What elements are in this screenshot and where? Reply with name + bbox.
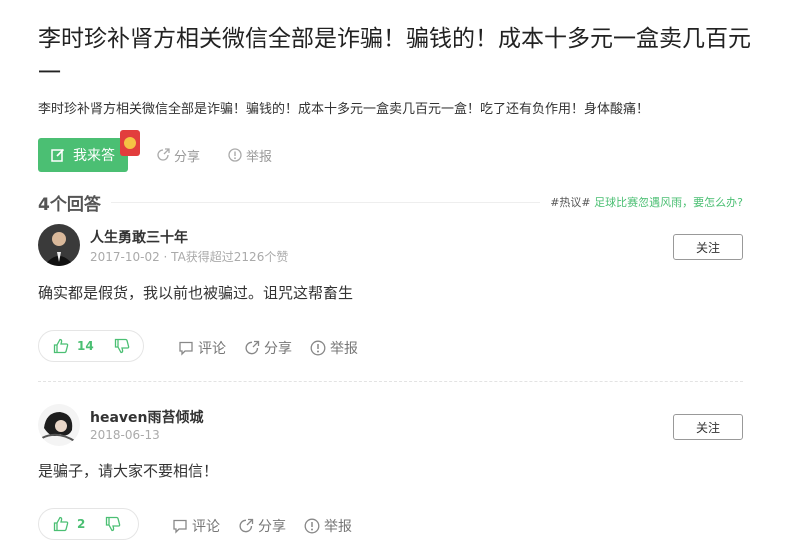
- upvote-button[interactable]: 2: [53, 516, 85, 532]
- vote-group: 14: [38, 330, 144, 362]
- upvote-count: 14: [77, 339, 94, 353]
- report-icon: [228, 148, 242, 162]
- answer-content: 是骗子，请大家不要相信！: [38, 462, 219, 480]
- upvote-count: 2: [77, 517, 86, 531]
- comment-button[interactable]: 评论: [178, 338, 226, 358]
- edit-icon: [51, 148, 65, 162]
- answer-content: 确实都是假货，我以前也被骗过。诅咒这帮畜生: [38, 284, 354, 302]
- question-title: 李时珍补肾方相关微信全部是诈骗！骗钱的！成本十多元一盒卖几百元一: [38, 26, 751, 86]
- share-icon: [239, 518, 254, 533]
- downvote-button[interactable]: [114, 338, 130, 354]
- username[interactable]: 人生勇敢三十年: [90, 227, 188, 247]
- upvote-button[interactable]: 14: [53, 338, 94, 354]
- report-label: 举报: [330, 341, 358, 357]
- follow-button[interactable]: 关注: [673, 234, 743, 260]
- answers-header: 4个回答 #热议# 足球比赛忽遇风雨，要怎么办?: [38, 190, 743, 215]
- report-button[interactable]: 举报: [304, 516, 352, 536]
- report-icon: [310, 340, 326, 356]
- share-icon: [157, 148, 170, 161]
- question-description: 李时珍补肾方相关微信全部是诈骗！骗钱的！成本十多元一盒卖几百元一盒！吃了还有负作…: [38, 102, 650, 117]
- answer-meta: 2018-06-13: [90, 428, 160, 442]
- hot-topic[interactable]: #热议# 足球比赛忽遇风雨，要怎么办?: [550, 194, 743, 210]
- thumbs-up-icon: [53, 338, 69, 354]
- follow-button[interactable]: 关注: [673, 414, 743, 440]
- answer-divider: [38, 381, 743, 382]
- question-report-link[interactable]: 举报: [228, 146, 272, 165]
- avatar[interactable]: [38, 404, 80, 446]
- share-button[interactable]: 分享: [238, 516, 286, 536]
- answer-action-bar: 评论 分享 举报: [172, 516, 370, 536]
- hot-topic-link[interactable]: 足球比赛忽遇风雨，要怎么办?: [594, 196, 743, 209]
- share-label: 分享: [264, 341, 292, 357]
- comment-label: 评论: [198, 341, 226, 357]
- avatar[interactable]: [38, 224, 80, 266]
- question-share-label: 分享: [174, 149, 201, 165]
- vote-group: 2: [38, 508, 139, 540]
- answer-button[interactable]: 我来答: [38, 130, 140, 172]
- comment-label: 评论: [192, 519, 220, 535]
- thumbs-down-icon: [106, 516, 121, 532]
- red-packet-icon: [120, 130, 140, 156]
- comment-icon: [173, 519, 187, 534]
- question-report-label: 举报: [246, 149, 273, 165]
- question-share-link[interactable]: 分享: [156, 146, 200, 165]
- answer-meta: 2017-10-02 · TA获得超过2126个赞: [90, 250, 289, 264]
- comment-button[interactable]: 评论: [172, 516, 220, 536]
- avatar-image: [38, 404, 80, 446]
- report-button[interactable]: 举报: [310, 338, 358, 358]
- share-icon: [245, 340, 260, 355]
- question-actions: 我来答 分享 举报: [38, 130, 272, 172]
- answer-button-label: 我来答: [73, 148, 115, 164]
- share-button[interactable]: 分享: [244, 338, 292, 358]
- hot-topic-tag: #热议#: [550, 196, 591, 209]
- report-label: 举报: [324, 519, 352, 535]
- avatar-image: [38, 224, 80, 266]
- share-label: 分享: [258, 519, 286, 535]
- answer-action-bar: 评论 分享 举报: [178, 338, 376, 358]
- report-icon: [304, 518, 320, 534]
- comment-icon: [179, 341, 193, 356]
- thumbs-up-icon: [53, 516, 69, 532]
- thumbs-down-icon: [114, 338, 129, 354]
- downvote-button[interactable]: [105, 516, 121, 532]
- header-divider: [110, 201, 541, 203]
- answer-count: 4个回答: [38, 194, 101, 215]
- username[interactable]: heaven雨苔倾城: [90, 407, 204, 427]
